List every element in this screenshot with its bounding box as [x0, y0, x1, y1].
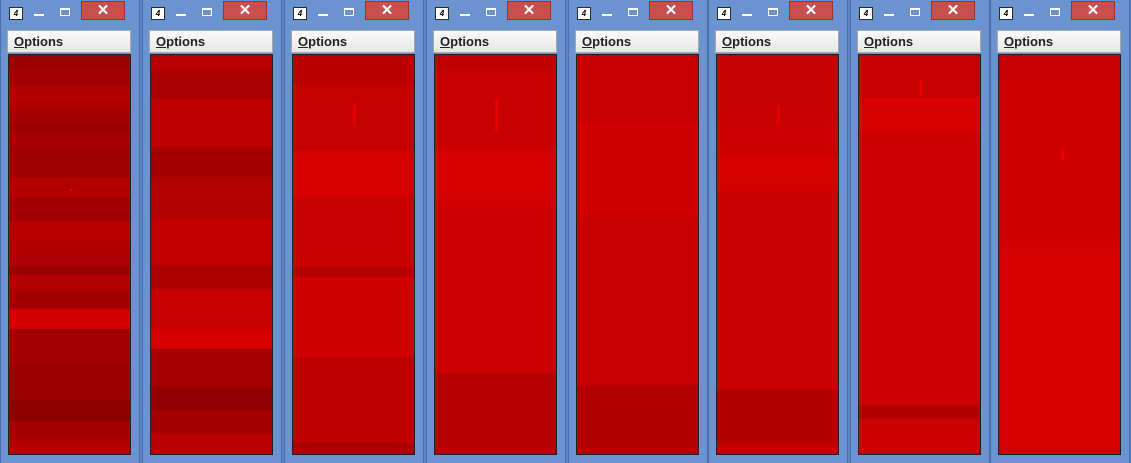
- menubar: Options: [291, 30, 415, 53]
- content-canvas: [858, 54, 981, 455]
- options-menu[interactable]: Options: [1004, 34, 1053, 49]
- menubar: Options: [7, 30, 131, 53]
- app-icon[interactable]: 4: [151, 7, 165, 20]
- maximize-button[interactable]: [910, 8, 920, 16]
- maximize-button[interactable]: [202, 8, 212, 16]
- minimize-button[interactable]: [742, 14, 752, 16]
- minimize-button[interactable]: [318, 14, 328, 16]
- titlebar[interactable]: 4 ✕: [285, 0, 423, 28]
- titlebar[interactable]: 4 ✕: [427, 0, 565, 28]
- window-4: 4 ✕ Options: [426, 0, 566, 463]
- window-6: 4 ✕ Options: [708, 0, 848, 463]
- close-button[interactable]: ✕: [507, 1, 551, 20]
- maximize-button[interactable]: [1050, 8, 1060, 16]
- minimize-button[interactable]: [460, 14, 470, 16]
- content-canvas: [292, 54, 415, 455]
- app-icon[interactable]: 4: [859, 7, 873, 20]
- window-5: 4 ✕ Options: [568, 0, 708, 463]
- content-canvas: [434, 54, 557, 455]
- close-button[interactable]: ✕: [789, 1, 833, 20]
- minimize-button[interactable]: [884, 14, 894, 16]
- menubar: Options: [575, 30, 699, 53]
- app-icon[interactable]: 4: [577, 7, 591, 20]
- window-1: 4 ✕ Options: [0, 0, 140, 463]
- close-button[interactable]: ✕: [223, 1, 267, 20]
- menubar: Options: [997, 30, 1121, 53]
- titlebar[interactable]: 4 ✕: [851, 0, 989, 28]
- minimize-button[interactable]: [602, 14, 612, 16]
- content-canvas: [8, 54, 131, 455]
- minimize-button[interactable]: [176, 14, 186, 16]
- titlebar[interactable]: 4 ✕: [143, 0, 281, 28]
- close-button[interactable]: ✕: [649, 1, 693, 20]
- options-menu[interactable]: Options: [864, 34, 913, 49]
- menubar: Options: [433, 30, 557, 53]
- maximize-button[interactable]: [486, 8, 496, 16]
- close-button[interactable]: ✕: [931, 1, 975, 20]
- content-canvas: [576, 54, 699, 455]
- options-menu[interactable]: Options: [14, 34, 63, 49]
- app-icon[interactable]: 4: [717, 7, 731, 20]
- app-icon[interactable]: 4: [999, 7, 1013, 20]
- titlebar[interactable]: 4 ✕: [709, 0, 847, 28]
- minimize-button[interactable]: [1024, 14, 1034, 16]
- content-canvas: [998, 54, 1121, 455]
- options-menu[interactable]: Options: [722, 34, 771, 49]
- options-menu[interactable]: Options: [582, 34, 631, 49]
- menubar: Options: [149, 30, 273, 53]
- maximize-button[interactable]: [628, 8, 638, 16]
- app-icon[interactable]: 4: [435, 7, 449, 20]
- window-2: 4 ✕ Options: [142, 0, 282, 463]
- menubar: Options: [715, 30, 839, 53]
- options-menu[interactable]: Options: [298, 34, 347, 49]
- content-canvas: [150, 54, 273, 455]
- options-menu[interactable]: Options: [440, 34, 489, 49]
- options-menu[interactable]: Options: [156, 34, 205, 49]
- maximize-button[interactable]: [768, 8, 778, 16]
- maximize-button[interactable]: [344, 8, 354, 16]
- titlebar[interactable]: 4 ✕: [569, 0, 707, 28]
- close-button[interactable]: ✕: [365, 1, 409, 20]
- window-8: 4 ✕ Options: [990, 0, 1130, 463]
- maximize-button[interactable]: [60, 8, 70, 16]
- close-button[interactable]: ✕: [81, 1, 125, 20]
- titlebar[interactable]: 4 ✕: [1, 0, 139, 28]
- app-icon[interactable]: 4: [9, 7, 23, 20]
- content-canvas: [716, 54, 839, 455]
- menubar: Options: [857, 30, 981, 53]
- titlebar[interactable]: 4 ✕: [991, 0, 1129, 28]
- close-button[interactable]: ✕: [1071, 1, 1115, 20]
- minimize-button[interactable]: [34, 14, 44, 16]
- window-3: 4 ✕ Options: [284, 0, 424, 463]
- window-7: 4 ✕ Options: [850, 0, 990, 463]
- app-icon[interactable]: 4: [293, 7, 307, 20]
